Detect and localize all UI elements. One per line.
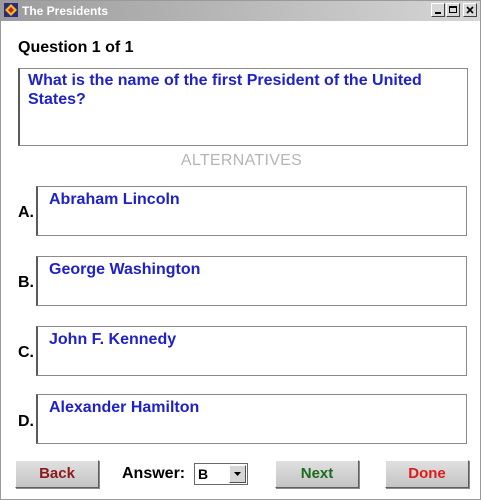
- maximize-icon: [449, 6, 457, 13]
- answer-select[interactable]: B: [194, 463, 248, 485]
- alternative-d-text: Alexander Hamilton: [49, 399, 200, 416]
- next-button[interactable]: Next: [275, 460, 359, 488]
- chevron-down-icon: [234, 472, 241, 476]
- alternative-b-box[interactable]: George Washington: [36, 256, 467, 306]
- alternative-letter-b: B.: [18, 274, 34, 291]
- minimize-button[interactable]: [431, 3, 445, 17]
- alternative-b-text: George Washington: [49, 261, 201, 278]
- close-icon: [466, 6, 474, 14]
- window-title: The Presidents: [22, 4, 109, 18]
- app-logo-icon: [4, 3, 18, 17]
- minimize-icon: [435, 12, 441, 14]
- alternative-c-box[interactable]: John F. Kennedy: [36, 326, 467, 376]
- alternative-a-text: Abraham Lincoln: [49, 191, 180, 208]
- question-box: What is the name of the first President …: [18, 68, 468, 146]
- answer-label: Answer:: [122, 465, 186, 482]
- question-text: What is the name of the first President …: [28, 72, 422, 108]
- alternative-letter-d: D.: [18, 413, 34, 430]
- alternative-c-text: John F. Kennedy: [49, 331, 177, 348]
- back-button[interactable]: Back: [15, 460, 99, 488]
- alternative-a-box[interactable]: Abraham Lincoln: [36, 186, 467, 236]
- close-button[interactable]: [463, 3, 477, 17]
- alternative-letter-a: A.: [18, 204, 34, 221]
- answer-dropdown-button[interactable]: [229, 465, 246, 483]
- question-counter: Question 1 of 1: [18, 39, 134, 56]
- alternative-letter-c: C.: [18, 344, 34, 361]
- answer-selected-value: B: [198, 466, 209, 482]
- done-button[interactable]: Done: [385, 460, 469, 488]
- app-window: The Presidents Question 1 of 1 What is t…: [0, 0, 481, 500]
- title-bar[interactable]: The Presidents: [1, 1, 480, 21]
- alternatives-heading: ALTERNATIVES: [180, 152, 303, 169]
- maximize-button[interactable]: [446, 3, 460, 17]
- alternative-d-box[interactable]: Alexander Hamilton: [36, 394, 467, 444]
